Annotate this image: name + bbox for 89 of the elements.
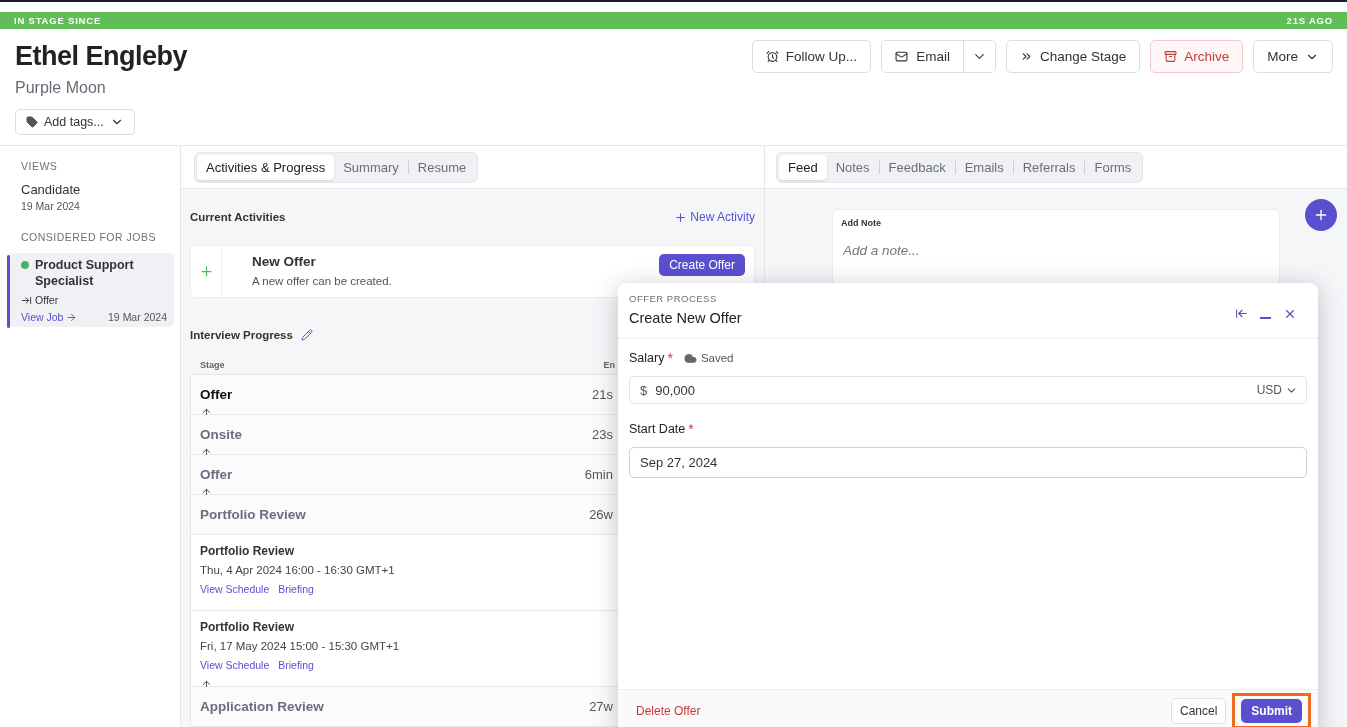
archive-box-icon: [1164, 50, 1178, 63]
arrow-up-icon: [201, 407, 212, 418]
arrow-up-icon: [201, 679, 212, 690]
activity-description: A new offer can be created.: [252, 275, 393, 287]
delete-offer-button[interactable]: Delete Offer: [636, 703, 701, 718]
tab[interactable]: Emails: [955, 154, 1013, 180]
action-button[interactable]: Change Stage: [1005, 40, 1141, 73]
view-date: 19 Mar 2024: [21, 200, 81, 212]
required-mark: *: [667, 350, 673, 366]
tab[interactable]: Summary: [334, 154, 408, 180]
action-button[interactable]: Follow Up...: [751, 40, 872, 73]
salary-field[interactable]: $ 90,000 USD: [629, 376, 1307, 404]
tab[interactable]: Activities & Progress: [197, 154, 335, 180]
minimize-icon: [1260, 317, 1271, 319]
tab[interactable]: Notes: [826, 154, 879, 180]
banner-label: IN STAGE SINCE: [14, 15, 102, 26]
arrow-up-icon: [201, 447, 212, 458]
stage-name: Offer: [200, 387, 233, 402]
saved-status: Saved: [700, 352, 734, 364]
arrow-to-line-icon: [1235, 307, 1248, 320]
stage-time: 26w: [589, 507, 613, 522]
add-button[interactable]: [1305, 199, 1337, 231]
stage-time: 21s: [592, 387, 613, 402]
arrow-to-line-icon: [21, 294, 32, 306]
event-time: Fri, 17 May 2024 15:00 - 15:30 GMT+1: [200, 640, 401, 652]
view-title: Candidate: [21, 182, 82, 197]
stage-name: Portfolio Review: [200, 507, 306, 522]
submit-button[interactable]: Submit: [1241, 698, 1302, 723]
alarm-clock-icon: [765, 50, 779, 63]
note-label: Add Note: [841, 218, 882, 228]
currency-select[interactable]: USD: [1256, 383, 1298, 397]
stage-name: Onsite: [200, 427, 242, 442]
section-heading: VIEWS: [20, 160, 59, 172]
column-header: En: [603, 360, 615, 370]
arrow-right-icon: [66, 311, 78, 323]
view-job-link[interactable]: View Job: [21, 311, 78, 323]
event-link[interactable]: View Schedule: [200, 659, 270, 671]
job-stage: Offer: [35, 294, 59, 306]
date-field[interactable]: Sep 27, 2024: [629, 447, 1307, 478]
section-heading: CONSIDERED FOR JOBS: [20, 231, 157, 243]
add-tags-button[interactable]: Add tags...: [15, 109, 135, 135]
dialog-eyebrow: OFFER PROCESS: [629, 293, 718, 304]
tab[interactable]: Forms: [1085, 154, 1141, 180]
tab[interactable]: Feed: [779, 154, 827, 180]
event-link[interactable]: Briefing: [278, 583, 314, 595]
email-split-button[interactable]: Email: [881, 40, 996, 73]
new-activity-link[interactable]: New Activity: [674, 210, 755, 224]
cancel-button[interactable]: Cancel: [1170, 697, 1227, 724]
event-title: Portfolio Review: [200, 544, 295, 558]
field-label: Salary: [629, 351, 665, 365]
create-offer-button[interactable]: Create Offer: [659, 254, 745, 276]
required-mark: *: [688, 421, 694, 437]
job-card[interactable]: Product Support Specialist Offer View Job 19 Mar 2024: [7, 253, 174, 327]
tab[interactable]: Feedback: [879, 154, 955, 180]
tab[interactable]: Resume: [408, 154, 476, 180]
plus-icon: [674, 210, 688, 224]
banner-time: 21S AGO: [1286, 15, 1333, 26]
plus-icon: [1313, 207, 1329, 223]
more-button[interactable]: More: [1253, 40, 1333, 73]
event-link[interactable]: View Schedule: [200, 583, 270, 595]
stage-time: 27w: [589, 699, 613, 714]
arrow-up-icon: [201, 487, 212, 498]
stage-name: Application Review: [200, 699, 324, 714]
field-label: Start Date: [629, 422, 686, 436]
section-title: Current Activities: [190, 211, 286, 223]
currency-symbol: $: [640, 382, 648, 398]
event-title: Portfolio Review: [200, 620, 295, 634]
email-button[interactable]: Email: [882, 41, 964, 72]
cloud-icon: [683, 351, 697, 365]
job-date: 19 Mar 2024: [108, 311, 167, 323]
plus-icon: [198, 264, 214, 279]
section-title: Interview Progress: [190, 329, 293, 341]
archive-button[interactable]: Archive: [1150, 40, 1244, 73]
mail-icon: [895, 50, 909, 63]
close-icon: [1283, 307, 1297, 321]
candidate-name: Ethel Engleby: [15, 40, 188, 73]
tag-icon: [26, 116, 38, 128]
company-name: Purple Moon: [15, 79, 107, 97]
column-header: Stage: [200, 360, 225, 370]
activity-title: New Offer: [252, 254, 317, 269]
stage-time: 6min: [584, 467, 613, 482]
tab[interactable]: Referrals: [1013, 154, 1085, 180]
stage-name: Offer: [200, 467, 233, 482]
job-title: Product Support Specialist: [35, 257, 135, 289]
event-link[interactable]: Briefing: [278, 659, 314, 671]
dialog-title: Create New Offer: [629, 310, 742, 326]
event-time: Thu, 4 Apr 2024 16:00 - 16:30 GMT+1: [200, 564, 396, 576]
pencil-icon: [300, 329, 313, 341]
stage-time: 23s: [592, 427, 613, 442]
